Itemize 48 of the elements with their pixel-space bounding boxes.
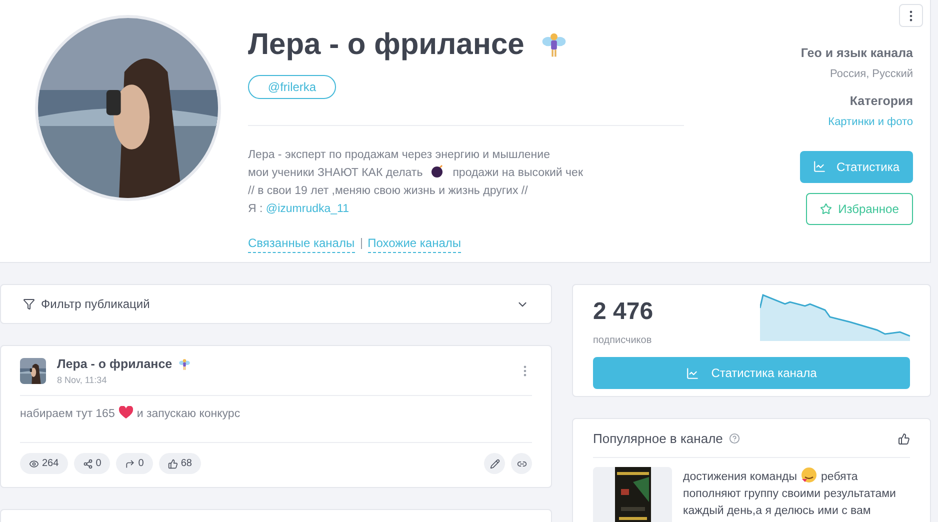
- forward-arrow-icon: [125, 458, 136, 469]
- post-stat-chip: 264: [20, 453, 68, 474]
- edit-button[interactable]: [484, 453, 505, 474]
- bomb-icon: [430, 164, 445, 178]
- description-line: мои ученики ЗНАЮТ КАК делать продажи на высокий чек: [248, 164, 684, 182]
- post-stat-chip: 0: [74, 453, 110, 474]
- description-line: // в свои 19 лет ,меняю свою жизнь и жизнь других //: [248, 184, 529, 199]
- username-link[interactable]: @izumrudka_11: [266, 203, 349, 215]
- fairy-icon: [540, 30, 568, 58]
- post-stat-chip: 0: [116, 453, 153, 474]
- description-line: Лера - эксперт по продажам через энергию и мышление: [248, 148, 551, 163]
- popular-title: Популярное в канале: [593, 430, 723, 448]
- subscriber-count: 2 476: [593, 297, 654, 327]
- category-link[interactable]: Картинки и фото: [828, 114, 913, 130]
- post-stat-chip: 68: [158, 453, 201, 474]
- post-date: 8 Nov, 11:34: [57, 374, 108, 387]
- share-icon: [82, 458, 93, 469]
- popular-post-text: достижения команды ребята пополняют группу своими результатами каждый день,а я делюсь ими с вам: [683, 466, 910, 522]
- channel-statistics-button[interactable]: Статистика канала: [593, 357, 910, 389]
- post-author: Лера - о фрилансе: [57, 356, 172, 373]
- channels-link[interactable]: Связанные каналы: [248, 234, 355, 253]
- channel-handle-button[interactable]: @frilerka: [248, 75, 336, 99]
- link-icon: [516, 458, 526, 469]
- favorite-button[interactable]: Избранное: [806, 192, 913, 224]
- channels-link[interactable]: Похожие каналы: [368, 234, 462, 253]
- publication-filter[interactable]: Фильтр публикаций: [0, 284, 552, 324]
- chart-icon: [813, 160, 826, 173]
- subscriber-label: подписчиков: [593, 334, 653, 348]
- category-label: Категория: [850, 93, 913, 110]
- help-icon: [728, 433, 740, 444]
- heart-icon: [118, 406, 133, 420]
- more-button[interactable]: [899, 4, 923, 27]
- description-line: Я : @izumrudka_11: [248, 202, 350, 217]
- channel-title: Лера - о фрилансе: [248, 27, 524, 63]
- filter-icon: [23, 298, 35, 310]
- fairy-icon: [178, 358, 192, 371]
- geo-label: Гео и язык канала: [800, 45, 913, 62]
- link-button[interactable]: [511, 453, 532, 474]
- thumbs-up-icon: [168, 458, 178, 469]
- pencil-icon: [490, 458, 500, 469]
- thumbs-up-icon: [898, 432, 910, 445]
- smiling-face-icon: [801, 466, 818, 482]
- geo-value: Россия, Русский: [830, 66, 913, 82]
- eye-icon: [29, 458, 39, 469]
- statistics-button[interactable]: Статистика: [800, 150, 913, 182]
- post-text: набираем тут 165 и запускаю конкурс: [20, 406, 242, 422]
- star-icon: [820, 202, 832, 214]
- chart-icon: [686, 366, 700, 380]
